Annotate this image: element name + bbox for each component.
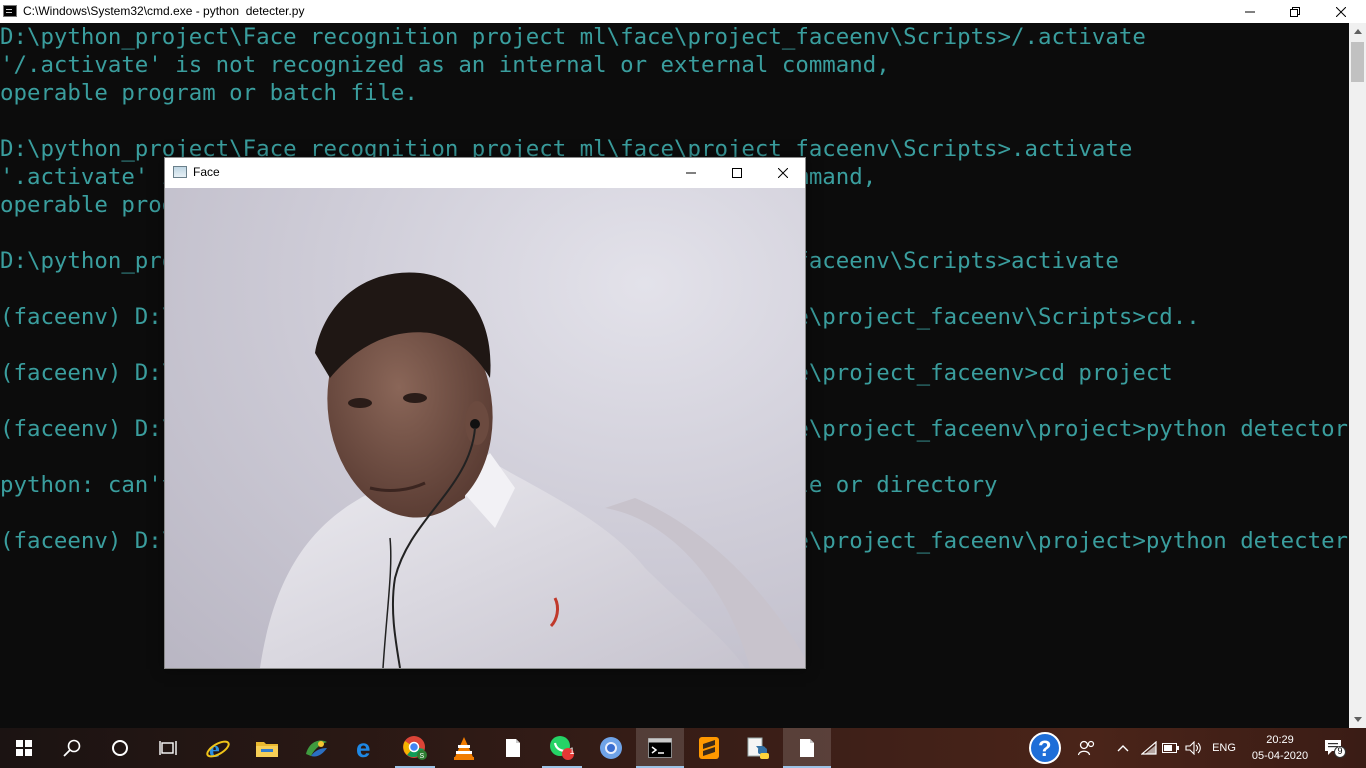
maximize-icon	[732, 168, 742, 178]
webcam-person-image	[260, 272, 805, 668]
console-line: operable program or batch file.	[0, 80, 418, 106]
scroll-up-button[interactable]	[1349, 23, 1366, 40]
face-maximize-button[interactable]	[714, 158, 760, 188]
minimize-icon	[1245, 11, 1255, 12]
clock[interactable]: 20:29 05-04-2020	[1246, 732, 1314, 764]
chevron-up-icon	[1117, 745, 1129, 752]
cmd-titlebar[interactable]: C:\Windows\System32\cmd.exe - python det…	[0, 0, 1366, 23]
people-button[interactable]	[1072, 728, 1102, 768]
cortana-button[interactable]	[96, 728, 144, 768]
taskbar-photo-gallery[interactable]	[292, 728, 340, 768]
taskbar-internet-explorer[interactable]: e	[194, 728, 242, 768]
clock-date: 05-04-2020	[1251, 750, 1309, 762]
restore-icon	[1290, 6, 1300, 17]
help-button[interactable]: ?	[1026, 728, 1064, 768]
face-titlebar[interactable]: Face	[165, 158, 805, 188]
whatsapp-badge: 1	[569, 746, 575, 756]
console-line: D:\python_project\Face recognition proje…	[0, 24, 1146, 50]
svg-text:S: S	[420, 753, 425, 760]
chevron-down-icon	[1353, 717, 1362, 722]
chevron-up-icon	[1353, 29, 1362, 34]
close-icon	[778, 168, 788, 178]
taskbar-chromium[interactable]	[587, 728, 635, 768]
taskbar-notepad[interactable]	[783, 728, 831, 768]
windows-logo-icon	[16, 740, 32, 756]
taskbar-file[interactable]	[489, 728, 537, 768]
edge-icon: e	[356, 736, 370, 760]
taskbar-edge[interactable]: e	[342, 728, 390, 768]
volume-button[interactable]	[1183, 728, 1205, 768]
minimize-icon	[686, 172, 696, 174]
face-minimize-button[interactable]	[668, 158, 714, 188]
start-button[interactable]	[0, 728, 48, 768]
photo-gallery-icon	[306, 740, 327, 757]
search-icon	[63, 739, 81, 757]
taskbar-chrome[interactable]: S	[391, 728, 439, 768]
notification-count: 9	[1337, 746, 1343, 756]
taskbar: e e S 1 ? ENG 20:29 05-04-2020 9	[0, 728, 1366, 768]
battery-button[interactable]	[1160, 728, 1182, 768]
face-window-title: Face	[193, 165, 220, 179]
action-center-button[interactable]: 9	[1320, 728, 1350, 768]
taskbar-python[interactable]	[734, 728, 782, 768]
help-icon: ?	[1029, 732, 1061, 764]
speaker-icon	[1185, 741, 1201, 755]
taskbar-file-explorer[interactable]	[243, 728, 291, 768]
cortana-icon	[112, 740, 128, 756]
chrome-icon: S	[403, 736, 427, 760]
window-app-icon[interactable]	[173, 166, 187, 178]
document-icon	[800, 739, 814, 757]
task-view-icon	[159, 741, 177, 755]
folder-icon	[256, 742, 278, 757]
console-line: '/.activate' is not recognized as an int…	[0, 52, 890, 78]
svg-text:?: ?	[1038, 736, 1051, 761]
vertical-scrollbar[interactable]	[1349, 23, 1366, 728]
wifi-icon	[1141, 741, 1157, 755]
vlc-icon	[454, 737, 474, 760]
task-view-button[interactable]	[144, 728, 192, 768]
taskbar-command-prompt[interactable]	[636, 728, 684, 768]
cmd-window-title: C:\Windows\System32\cmd.exe - python det…	[23, 4, 305, 18]
python-icon	[747, 737, 769, 759]
chromium-icon	[600, 737, 622, 759]
face-close-button[interactable]	[760, 158, 806, 188]
show-hidden-icons-button[interactable]	[1112, 728, 1134, 768]
internet-explorer-icon: e	[206, 737, 230, 761]
close-button[interactable]	[1318, 0, 1364, 23]
search-button[interactable]	[48, 728, 96, 768]
face-window[interactable]: Face	[164, 157, 806, 669]
document-icon	[506, 739, 520, 757]
scroll-down-button[interactable]	[1349, 711, 1366, 728]
svg-text:e: e	[356, 736, 370, 760]
people-icon	[1078, 740, 1095, 756]
scroll-thumb[interactable]	[1351, 42, 1364, 82]
taskbar-whatsapp[interactable]: 1	[538, 728, 586, 768]
battery-icon	[1162, 743, 1179, 753]
minimize-button[interactable]	[1227, 0, 1273, 23]
taskbar-sublime-text[interactable]	[685, 728, 733, 768]
language-indicator[interactable]: ENG	[1208, 728, 1240, 768]
sublime-text-icon	[699, 737, 719, 759]
cmd-app-icon[interactable]	[3, 5, 17, 17]
camera-feed	[165, 188, 805, 668]
restore-button[interactable]	[1272, 0, 1318, 23]
network-button[interactable]	[1138, 728, 1160, 768]
taskbar-vlc[interactable]	[440, 728, 488, 768]
close-icon	[1336, 6, 1346, 17]
clock-time: 20:29	[1266, 734, 1294, 746]
command-prompt-icon	[648, 738, 672, 758]
